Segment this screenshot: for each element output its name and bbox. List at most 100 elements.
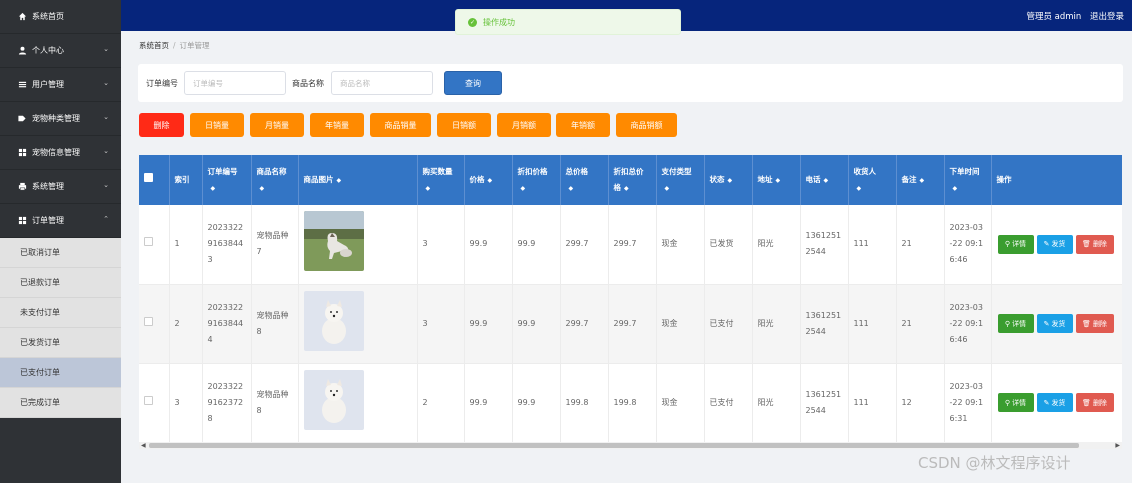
dog-photo[interactable] (303, 211, 364, 272)
delete-button[interactable]: 🗑 删除 (1075, 314, 1114, 333)
order-no-input[interactable] (184, 71, 286, 95)
sort-icon: ◆ (259, 184, 265, 192)
scroll-right-arrow-icon[interactable]: ▶ (1115, 442, 1120, 449)
chevron-up-icon: ⌃ (103, 215, 109, 223)
table-row: 3 20233229162372 8 宠物品种8 2 99.9 99.9 199… (139, 363, 1122, 442)
dog-photo[interactable] (303, 369, 364, 430)
sidebar-subitem-refunded[interactable]: 已退款订单 (0, 268, 121, 298)
sidebar-subitem-paid[interactable]: 已支付订单 (0, 358, 121, 388)
detail-button[interactable]: ⚲ 详情 (997, 234, 1034, 254)
col-header-discount-total[interactable]: 折扣总价格 ◆ (608, 155, 657, 205)
col-header-price[interactable]: 价格 ◆ (464, 155, 513, 205)
col-header-discount-price[interactable]: 折扣价格 ◆ (512, 155, 561, 205)
select-all-header[interactable] (139, 155, 170, 205)
breadcrumb: 系统首页 / 订单管理 (139, 40, 210, 51)
sidebar-subitem-shipped[interactable]: 已发货订单 (0, 328, 121, 358)
col-header-address[interactable]: 地址 ◆ (752, 155, 801, 205)
daily-sales-amount-button[interactable]: 日销额 (437, 113, 491, 137)
edit-icon: ✎ (1043, 240, 1050, 249)
sidebar-item-profile[interactable]: 个人中心 ⌄ (0, 34, 121, 68)
sidebar-item-pet-types[interactable]: 宠物种类管理 ⌄ (0, 102, 121, 136)
trash-icon: 🗑 (1082, 240, 1091, 249)
delete-button[interactable]: 🗑 删除 (1075, 393, 1114, 412)
ship-button[interactable]: ✎ 发货 (1036, 314, 1073, 333)
sidebar: 系统首页 个人中心 ⌄ 用户管理 ⌄ 宠物种类管理 ⌄ 宠物信息管理 ⌄ 系统管… (0, 0, 121, 483)
row-checkbox[interactable] (144, 395, 153, 405)
cell-index: 1 (169, 205, 203, 285)
row-select-cell[interactable] (139, 363, 170, 442)
breadcrumb-home[interactable]: 系统首页 (139, 41, 169, 50)
order-no-label: 订单编号 (146, 79, 178, 88)
ship-button[interactable]: ✎ 发货 (1036, 234, 1073, 254)
printer-icon (16, 182, 28, 191)
sidebar-item-home[interactable]: 系统首页 (0, 0, 121, 34)
sidebar-item-label: 系统管理 (32, 182, 64, 191)
detail-button[interactable]: ⚲ 详情 (997, 314, 1034, 333)
detail-button[interactable]: ⚲ 详情 (997, 393, 1034, 412)
monthly-sales-qty-button[interactable]: 月销量 (250, 113, 304, 137)
col-header-remark[interactable]: 备注 ◆ (896, 155, 945, 205)
cell-index: 3 (169, 363, 203, 442)
logout-link[interactable]: 退出登录 (1090, 12, 1124, 22)
row-checkbox[interactable] (144, 316, 153, 326)
col-header-phone[interactable]: 电话 ◆ (800, 155, 849, 205)
sidebar-item-orders[interactable]: 订单管理 ⌃ (0, 204, 121, 238)
sort-icon: ◆ (775, 176, 781, 184)
cell-remark: 21 (896, 205, 945, 285)
sidebar-subitem-unpaid[interactable]: 未支付订单 (0, 298, 121, 328)
sidebar-item-users[interactable]: 用户管理 ⌄ (0, 68, 121, 102)
sidebar-item-label: 个人中心 (32, 46, 64, 55)
sort-icon: ◆ (520, 184, 526, 192)
scroll-left-arrow-icon[interactable]: ◀ (141, 442, 146, 449)
sidebar-item-label: 宠物种类管理 (32, 114, 80, 123)
goods-sales-amount-button[interactable]: 商品销额 (616, 113, 677, 137)
query-button[interactable]: 查询 (444, 71, 502, 95)
horizontal-scrollbar[interactable]: ◀ ▶ (139, 442, 1122, 449)
col-header-qty[interactable]: 购买数量 ◆ (417, 155, 465, 205)
breadcrumb-separator: / (173, 41, 176, 50)
row-checkbox[interactable] (144, 237, 153, 247)
toast-message: 操作成功 (483, 17, 515, 27)
dog-photo[interactable] (303, 290, 364, 351)
sidebar-item-pet-info[interactable]: 宠物信息管理 ⌄ (0, 136, 121, 170)
sort-icon: ◆ (952, 184, 958, 192)
scrollbar-thumb[interactable] (149, 443, 1079, 448)
row-select-cell[interactable] (139, 284, 170, 364)
col-header-order-no[interactable]: 订单编号 ◆ (202, 155, 252, 205)
cell-goods-name: 宠物品种8 (251, 363, 299, 442)
yearly-sales-amount-button[interactable]: 年销额 (556, 113, 610, 137)
yearly-sales-qty-button[interactable]: 年销量 (310, 113, 364, 137)
daily-sales-qty-button[interactable]: 日销量 (190, 113, 244, 137)
cell-total: 299.7 (560, 205, 609, 285)
sort-icon: ◆ (919, 176, 925, 184)
sidebar-subitem-completed[interactable]: 已完成订单 (0, 388, 121, 418)
col-header-pay-type[interactable]: 支付类型 ◆ (656, 155, 705, 205)
goods-name-label: 商品名称 (292, 79, 324, 88)
cell-qty: 2 (417, 363, 465, 442)
trash-icon: 🗑 (1082, 398, 1091, 407)
sidebar-item-label: 宠物信息管理 (32, 148, 80, 157)
col-header-receiver[interactable]: 收货人 ◆ (848, 155, 897, 205)
delete-button[interactable]: 🗑 删除 (1075, 234, 1114, 254)
sidebar-item-label: 用户管理 (32, 80, 64, 89)
ship-button[interactable]: ✎ 发货 (1036, 393, 1073, 412)
monthly-sales-amount-button[interactable]: 月销额 (497, 113, 551, 137)
sidebar-item-label: 订单管理 (32, 216, 64, 225)
select-all-checkbox[interactable] (144, 173, 153, 182)
col-header-goods-name[interactable]: 商品名称 ◆ (251, 155, 299, 205)
goods-sales-qty-button[interactable]: 商品销量 (370, 113, 431, 137)
cell-order-no: 20233229163844 3 (202, 205, 252, 285)
orders-table-container: 索引 订单编号 ◆ 商品名称 ◆ 商品图片 ◆ 购买数量 ◆ 价格 ◆ 折扣价格 ◆ 总价格… (139, 155, 1122, 442)
col-header-total[interactable]: 总价格 ◆ (560, 155, 609, 205)
sidebar-item-system[interactable]: 系统管理 ⌄ (0, 170, 121, 204)
goods-name-input[interactable] (331, 71, 433, 95)
cell-ops: ⚲ 详情 ✎ 发货 🗑 删除 (991, 205, 1122, 285)
sidebar-subitem-cancelled[interactable]: 已取消订单 (0, 238, 121, 268)
orders-table: 索引 订单编号 ◆ 商品名称 ◆ 商品图片 ◆ 购买数量 ◆ 价格 ◆ 折扣价格 ◆ 总价格… (139, 155, 1122, 442)
col-header-status[interactable]: 状态 ◆ (704, 155, 753, 205)
cell-goods-image (298, 205, 418, 285)
col-header-order-time[interactable]: 下单时间 ◆ (944, 155, 992, 205)
bulk-delete-button[interactable]: 删除 (139, 113, 184, 137)
row-select-cell[interactable] (139, 205, 170, 285)
col-header-goods-image[interactable]: 商品图片 ◆ (298, 155, 418, 205)
